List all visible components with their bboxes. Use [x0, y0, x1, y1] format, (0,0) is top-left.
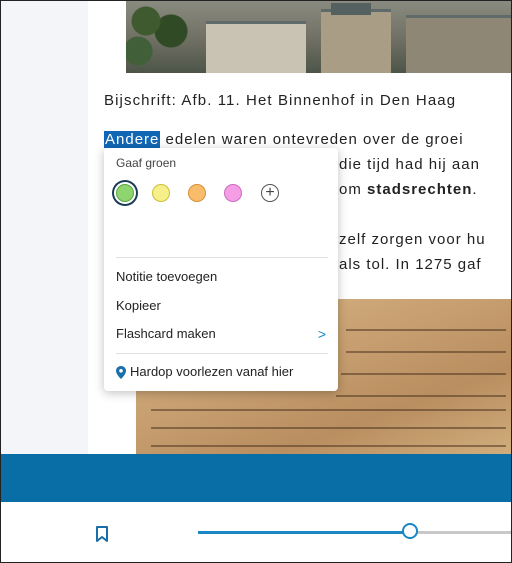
add-color-button[interactable]: + [261, 184, 279, 202]
paragraph-text[interactable]: . [472, 181, 477, 198]
highlight-context-menu: Gaaf groen + Notitie toevoegen Kopieer F… [104, 148, 338, 391]
chevron-right-icon: > [317, 326, 326, 342]
menu-divider [116, 257, 328, 258]
location-pin-icon [116, 366, 126, 379]
paragraph-text[interactable]: om [339, 181, 367, 198]
selected-word[interactable]: Andere [104, 131, 161, 148]
progress-slider-fill [198, 531, 410, 534]
paragraph-text[interactable]: die tijd had hij aan [339, 156, 480, 173]
flashcard-label: Flashcard maken [116, 326, 216, 341]
read-aloud-item[interactable]: Hardop voorlezen vanaf hier [116, 361, 328, 383]
highlight-color-label: Gaaf groen [116, 156, 177, 170]
read-aloud-label: Hardop voorlezen vanaf hier [130, 364, 294, 379]
swatch-orange[interactable] [188, 184, 206, 202]
swatch-green[interactable] [116, 184, 134, 202]
bottom-banner [1, 454, 511, 502]
image-caption: Bijschrift: Afb. 11. Het Binnenhof in De… [104, 92, 457, 109]
menu-divider [116, 353, 328, 354]
progress-slider-thumb[interactable] [402, 523, 418, 539]
swatch-pink[interactable] [224, 184, 242, 202]
left-margin [1, 1, 88, 454]
paragraph-text[interactable]: als tol. In 1275 gaf [339, 256, 482, 273]
flashcard-item[interactable]: Flashcard maken > [116, 323, 328, 345]
reader-window: Bijschrift: Afb. 11. Het Binnenhof in De… [0, 0, 512, 563]
paragraph-text[interactable]: zelf zorgen voor hu [339, 231, 486, 248]
binnenhof-photo [126, 1, 511, 73]
paragraph-text[interactable]: edelen waren ontevreden over de groei [160, 131, 463, 148]
copy-item[interactable]: Kopieer [116, 295, 328, 317]
copy-label: Kopieer [116, 298, 161, 313]
add-note-item[interactable]: Notitie toevoegen [116, 266, 328, 288]
swatch-yellow[interactable] [152, 184, 170, 202]
add-note-label: Notitie toevoegen [116, 269, 218, 284]
bold-term[interactable]: stadsrechten [367, 181, 472, 198]
bookmark-icon[interactable] [95, 525, 109, 543]
